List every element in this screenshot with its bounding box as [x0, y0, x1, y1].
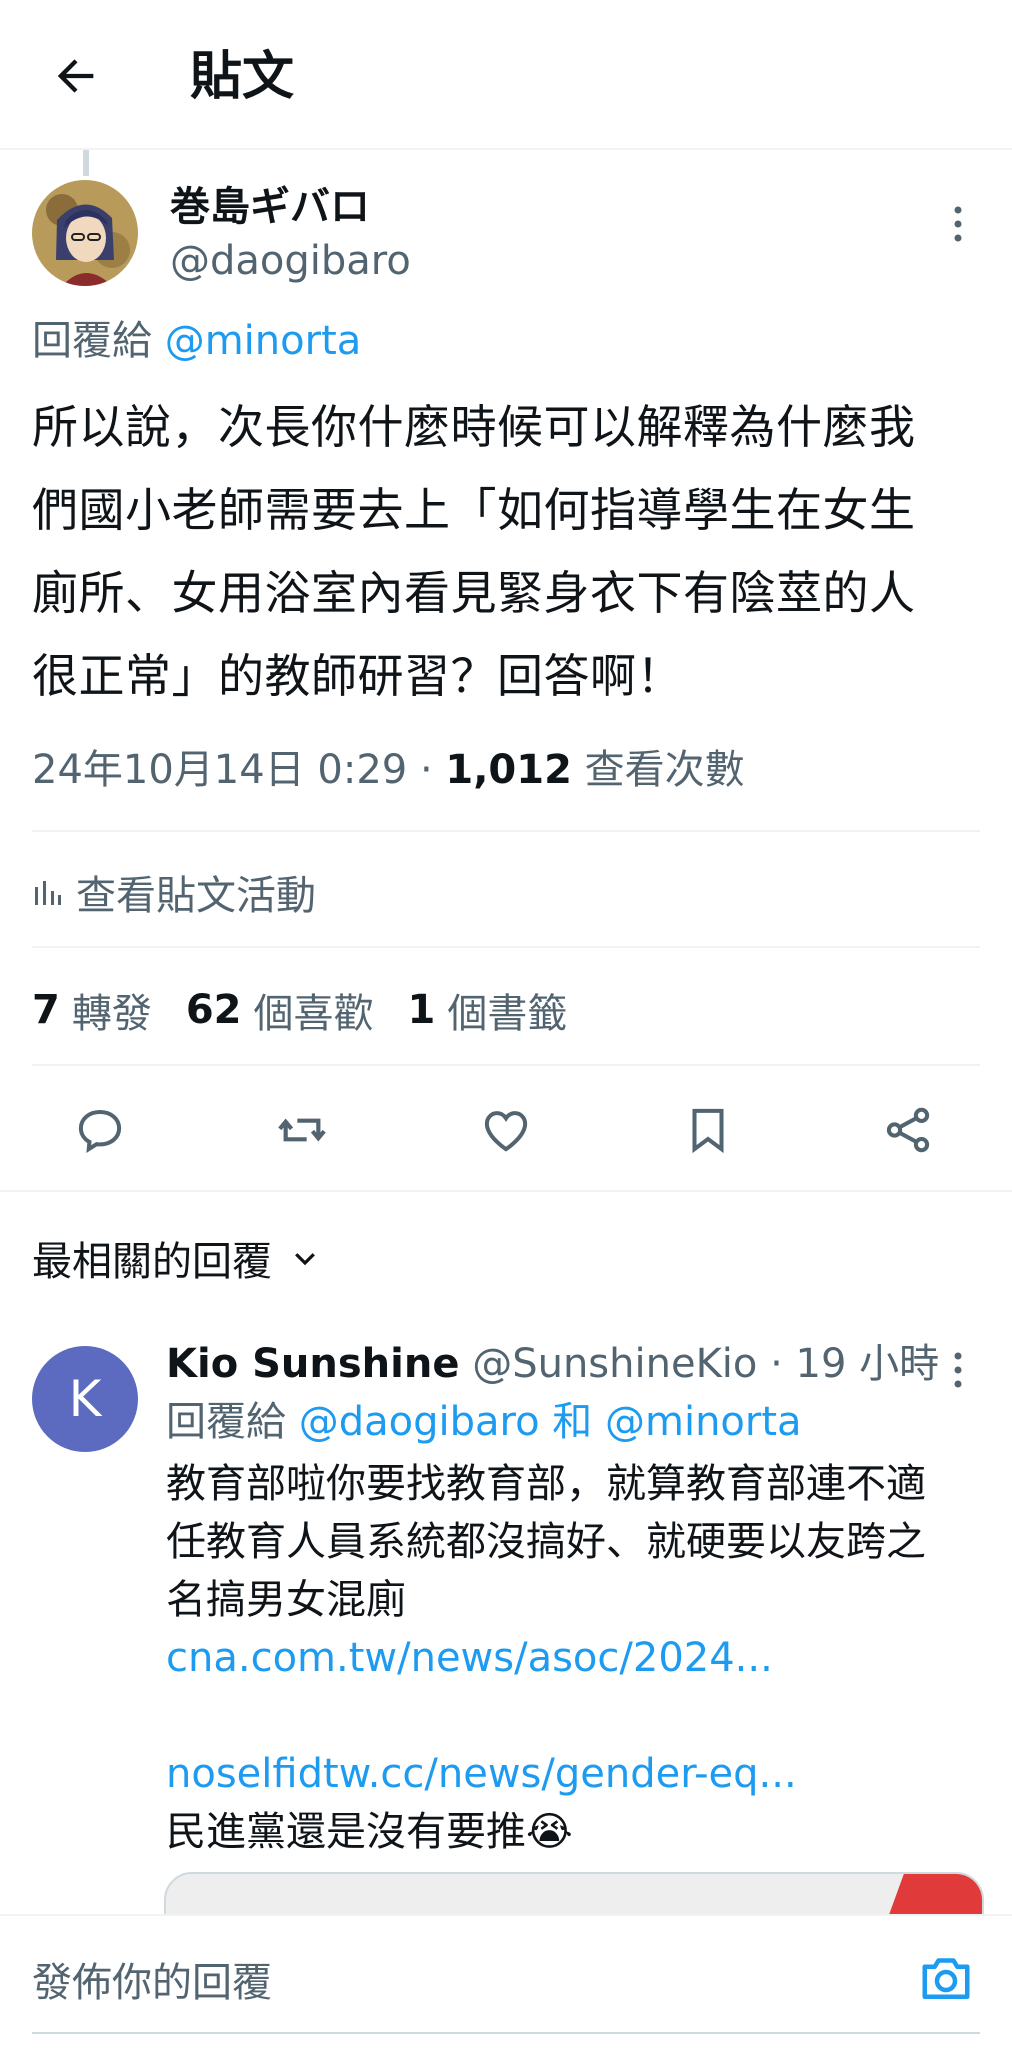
reply-input[interactable]: 發佈你的回覆: [32, 1944, 892, 2014]
reply-time: · 19 小時: [757, 1341, 940, 1387]
bookmark-icon: [692, 1108, 724, 1154]
back-button[interactable]: [44, 44, 108, 108]
reply-reply-to-line: 回覆給 @daogibaro 和 @minorta: [166, 1394, 802, 1450]
reply-author-handle[interactable]: @SunshineKio: [472, 1341, 757, 1387]
reply-to-and: 和: [539, 1399, 605, 1445]
reply-body-line: 任教育人員系統都沒搞好、就硬要以友跨之: [166, 1519, 926, 1565]
likes-label[interactable]: 個喜歡: [254, 981, 374, 1039]
reply-body-line: 名搞男女混廁: [166, 1577, 406, 1623]
arrow-left-icon: [57, 59, 94, 93]
views-label: 查看次數: [571, 747, 745, 793]
more-options-button[interactable]: [940, 200, 976, 248]
views-count: 1,012: [445, 747, 572, 793]
avatar-image: [32, 180, 138, 286]
reply-link[interactable]: cna.com.tw/news/asoc/2024...: [166, 1629, 966, 1687]
camera-button[interactable]: [916, 1948, 980, 2012]
share-icon: [886, 1107, 930, 1153]
likes-count[interactable]: 62: [186, 987, 242, 1033]
composer-underline: [32, 2032, 980, 2034]
post-body-line: 們國小老師需要去上「如何指導學生在女生: [32, 483, 916, 537]
reply-link[interactable]: noselfidtw.cc/news/gender-eq...: [166, 1745, 966, 1803]
bookmark-button[interactable]: [674, 1096, 742, 1164]
share-button[interactable]: [874, 1096, 942, 1164]
camera-icon: [922, 1958, 970, 1999]
reply-body-line: 民進黨還是沒有要推😭: [166, 1809, 573, 1855]
post-body-line: 所以說，次長你什麼時候可以解釋為什麼我: [32, 400, 916, 454]
top-bar: 貼文: [0, 0, 1012, 150]
thread-connector: [83, 150, 89, 176]
bookmarks-label[interactable]: 個書籤: [447, 981, 567, 1039]
divider: [32, 830, 980, 832]
reply-composer: 發佈你的回覆: [0, 1914, 1012, 2050]
page-title: 貼文: [190, 47, 295, 107]
section-divider: [0, 1190, 1012, 1192]
chevron-down-icon: [295, 1253, 315, 1266]
post-timestamp[interactable]: 24年10月14日 0:29 ·: [32, 747, 445, 793]
engagement-stats: 7 轉發 62 個喜歡 1 個書籤: [32, 980, 601, 1040]
divider: [32, 946, 980, 948]
retweets-label[interactable]: 轉發: [72, 981, 152, 1039]
like-button[interactable]: [472, 1096, 540, 1164]
post-body-line: 廁所、女用浴室內看見緊身衣下有陰莖的人: [32, 566, 916, 620]
sort-replies-label: 最相關的回覆: [32, 1239, 272, 1285]
more-vertical-icon: [954, 206, 962, 242]
analytics-icon: [35, 881, 61, 905]
reply-to-handle[interactable]: @minorta: [165, 318, 362, 364]
retweets-count[interactable]: 7: [32, 987, 60, 1033]
bookmarks-count[interactable]: 1: [408, 987, 436, 1033]
author-name[interactable]: 巻島ギバロ: [170, 180, 370, 234]
reply-author-name[interactable]: Kio Sunshine: [166, 1341, 459, 1387]
avatar[interactable]: [32, 180, 138, 286]
reply-more-options-button[interactable]: [940, 1346, 976, 1394]
reply-body-line: 教育部啦你要找教育部，就算教育部連不適: [166, 1461, 926, 1507]
retweet-icon: [278, 1118, 326, 1142]
reply-to-handle[interactable]: @daogibaro: [299, 1399, 540, 1445]
reply-to-label: 回覆給: [166, 1399, 286, 1445]
post-body-line: 很正常」的教師研習？回答啊！: [32, 649, 683, 703]
divider: [32, 1064, 980, 1066]
reply-avatar[interactable]: K: [32, 1346, 138, 1452]
author-handle[interactable]: @daogibaro: [170, 234, 411, 288]
more-vertical-icon: [954, 1352, 962, 1388]
reply-button[interactable]: [66, 1096, 134, 1164]
action-bar: [0, 1090, 1012, 1170]
reply-to-handle[interactable]: @minorta: [605, 1399, 802, 1445]
sort-replies-dropdown[interactable]: 最相關的回覆: [32, 1228, 320, 1288]
reply-header: Kio Sunshine @SunshineKio · 19 小時: [166, 1336, 939, 1392]
reply-icon: [78, 1109, 122, 1154]
reply-to-label: 回覆給: [32, 318, 152, 364]
reply-to-line: 回覆給 @minorta: [32, 314, 361, 368]
post-body: 所以說，次長你什麼時候可以解釋為什麼我 們國小老師需要去上「如何指導學生在女生 …: [32, 386, 992, 718]
retweet-button[interactable]: [268, 1096, 336, 1164]
view-post-activity-button[interactable]: 查看貼文活動: [32, 862, 316, 922]
view-post-activity-label: 查看貼文活動: [76, 873, 316, 919]
like-icon: [484, 1111, 528, 1152]
post-meta: 24年10月14日 0:29 · 1,012 查看次數: [32, 742, 745, 798]
reply-body: 教育部啦你要找教育部，就算教育部連不適 任教育人員系統都沒搞好、就硬要以友跨之 …: [166, 1455, 966, 1861]
